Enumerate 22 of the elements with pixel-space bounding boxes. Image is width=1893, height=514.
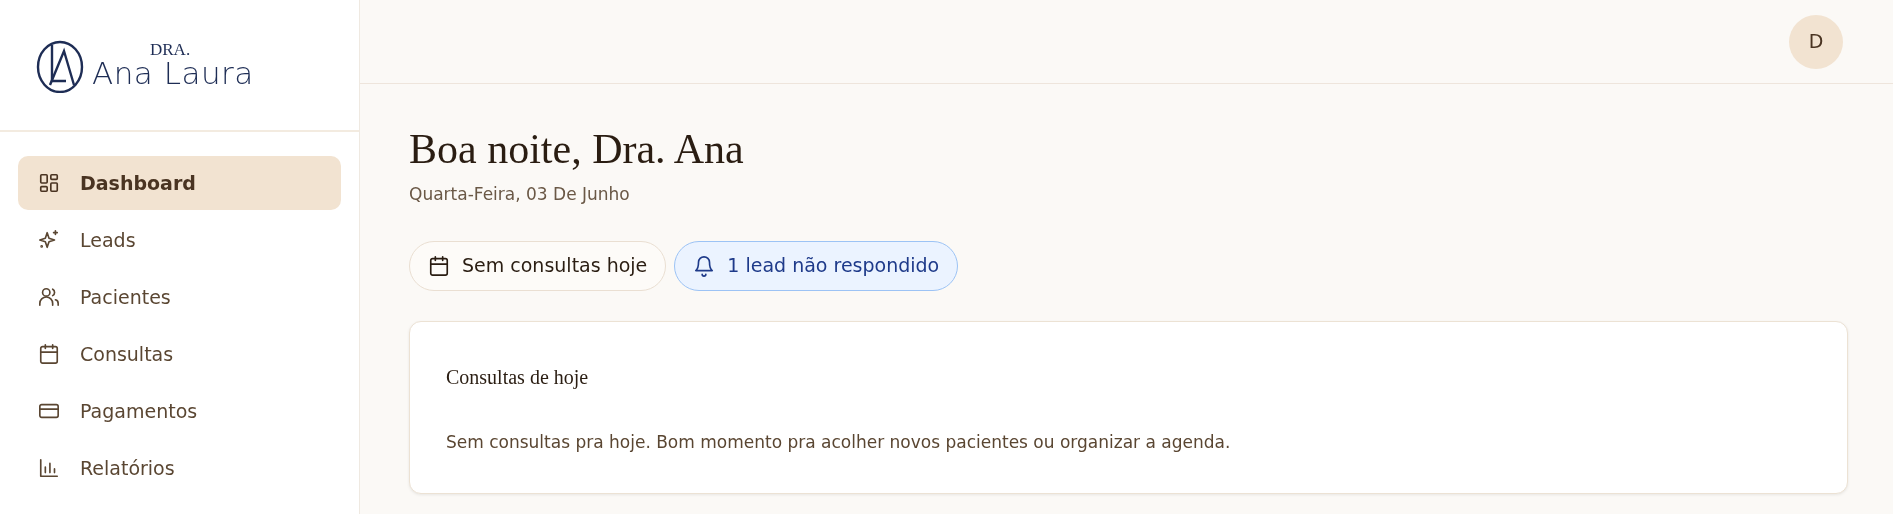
bar-chart-icon [38,457,60,479]
sparkle-icon [38,229,60,251]
calendar-icon [428,254,450,277]
nav-item[interactable]: Leads [18,213,341,267]
greeting-heading: Boa noite, Dra. Ana [409,126,745,173]
user-avatar[interactable]: D [1789,14,1843,69]
empty-message: Sem consultas pra hoje. Bom momento pra acolher novos pacientes ou organizar a agenda. [446,430,1232,454]
nav-item[interactable]: Dashboard [18,156,341,210]
brand-prefix: DRA. [150,41,192,58]
card-title: Consultas de hoje [446,364,590,391]
date-text: Quarta-Feira, 03 De Junho [409,183,631,207]
nav-item[interactable]: Pagamentos [18,384,341,438]
users-icon [38,286,60,308]
grid-icon [38,172,60,194]
nav-item[interactable]: Consultas [18,327,341,381]
nav-item[interactable]: Relatórios [18,441,341,495]
status-chip: Sem consultas hoje [409,240,667,291]
calendar-icon [38,343,60,365]
bell-icon [693,254,716,277]
nav-item[interactable]: Pacientes [18,270,341,324]
brand-name: Ana Laura [92,58,254,89]
status-chip: 1 lead não respondido [674,240,959,291]
